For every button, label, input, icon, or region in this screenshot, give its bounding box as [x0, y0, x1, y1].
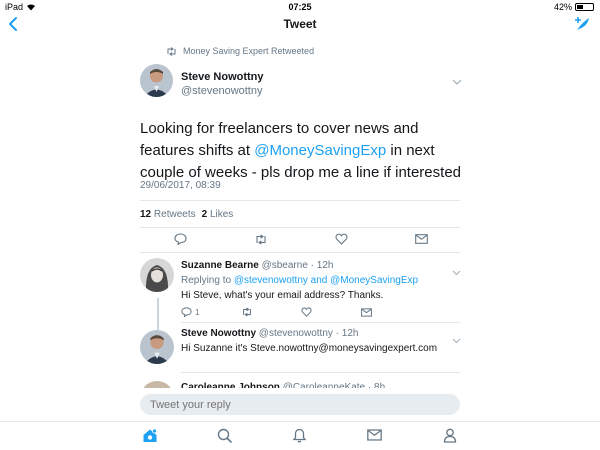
reply-button[interactable]: 1: [181, 307, 241, 317]
reply-header: Suzanne Bearne @sbearne · 12h: [181, 260, 333, 271]
retweet-icon: [167, 46, 176, 56]
divider: [140, 200, 460, 201]
compose-feather-icon: [575, 17, 589, 30]
replying-to-mentions[interactable]: @stevenowottny and @MoneySavingExp: [234, 275, 418, 286]
avatar[interactable]: [140, 64, 173, 97]
direct-message-button[interactable]: [361, 307, 421, 317]
direct-message-button[interactable]: [382, 233, 462, 245]
status-time: 07:25: [288, 2, 312, 12]
nav-bar: Tweet: [0, 14, 600, 36]
reply-header: Steve Nowottny @stevenowottny · 12h: [181, 328, 358, 339]
avatar[interactable]: [140, 330, 174, 364]
retweets-stat[interactable]: 12 Retweets: [140, 209, 196, 220]
envelope-icon: [367, 429, 382, 441]
reply-count: 1: [195, 307, 200, 317]
divider: [181, 372, 460, 373]
reply-author-handle[interactable]: @sbearne: [262, 260, 308, 271]
retweets-count: 12: [140, 209, 152, 220]
tab-search[interactable]: [217, 428, 232, 448]
status-bar: iPad 07:25 42%: [0, 0, 600, 14]
reply-button[interactable]: [140, 233, 220, 245]
tab-profile[interactable]: [443, 428, 457, 448]
tab-home[interactable]: [142, 428, 158, 448]
like-button[interactable]: [301, 233, 381, 245]
reply-text: Hi Suzanne it's Steve.nowottny@moneysavi…: [181, 343, 438, 354]
heart-icon: [335, 233, 348, 245]
heart-icon: [301, 307, 312, 317]
reply-time: · 12h: [310, 260, 334, 271]
like-button[interactable]: [301, 307, 361, 317]
tweet-menu-button[interactable]: [452, 73, 462, 91]
reply-author-photo: [140, 330, 174, 364]
avatar[interactable]: [140, 258, 174, 292]
mention-link[interactable]: @MoneySavingExp: [254, 142, 386, 159]
tab-messages[interactable]: [367, 428, 382, 446]
tweet-stats: 12 Retweets 2 Likes: [140, 209, 233, 220]
home-icon: [143, 428, 157, 442]
battery-icon: [575, 3, 594, 11]
divider: [140, 252, 460, 253]
tweet-actions: [140, 233, 462, 245]
chevron-down-icon: [452, 79, 462, 85]
reply-author-name[interactable]: Suzanne Bearne: [181, 260, 259, 271]
divider: [140, 227, 460, 228]
envelope-icon: [361, 307, 372, 317]
author-handle[interactable]: @stevenowottny: [181, 85, 263, 97]
search-icon: [217, 428, 232, 443]
reply-icon: [181, 307, 192, 317]
likes-label: Likes: [209, 209, 234, 220]
reply-author-photo: [140, 258, 174, 292]
person-icon: [443, 428, 457, 443]
reply-menu-button[interactable]: [452, 263, 461, 281]
reply-input[interactable]: [140, 394, 460, 415]
reply-icon: [173, 233, 187, 245]
status-right: 42%: [554, 2, 594, 12]
likes-count: 2: [201, 209, 208, 220]
thread-line: [157, 298, 159, 330]
author-photo: [140, 64, 173, 97]
tab-bar: [0, 421, 600, 450]
chevron-down-icon: [452, 338, 461, 344]
reply-text: Hi Steve, what's your email address? Tha…: [181, 290, 384, 301]
divider: [181, 322, 460, 323]
tweet-text: Looking for freelancers to cover news an…: [140, 118, 462, 184]
likes-stat[interactable]: 2 Likes: [202, 209, 234, 220]
tweet-timestamp: 29/06/2017, 08:39: [140, 180, 221, 191]
reply-menu-button[interactable]: [452, 331, 461, 349]
retweet-icon: [243, 307, 251, 317]
retweet-button[interactable]: [241, 307, 301, 317]
retweet-context: Money Saving Expert Retweeted: [166, 46, 314, 56]
retweet-button[interactable]: [221, 233, 301, 245]
compose-tweet-button[interactable]: [574, 15, 592, 38]
retweeted-by[interactable]: Money Saving Expert Retweeted: [183, 46, 314, 56]
reply-time: · 12h: [335, 328, 359, 339]
retweets-label: Retweets: [153, 209, 196, 220]
battery-level: [577, 5, 583, 9]
tab-notifications[interactable]: [292, 428, 307, 448]
bell-icon: [292, 428, 307, 443]
reply-author-handle[interactable]: @stevenowottny: [259, 328, 333, 339]
replying-prefix: Replying to: [181, 275, 234, 286]
page-title: Tweet: [283, 17, 317, 31]
reply-author-name[interactable]: Steve Nowottny: [181, 328, 256, 339]
chevron-down-icon: [452, 270, 461, 276]
battery-percent: 42%: [553, 2, 572, 12]
retweet-icon: [256, 233, 266, 245]
reply-actions: 1: [181, 307, 421, 317]
author-name[interactable]: Steve Nowottny: [181, 71, 264, 83]
replying-to: Replying to @stevenowottny and @MoneySav…: [181, 275, 418, 286]
envelope-icon: [415, 234, 429, 244]
